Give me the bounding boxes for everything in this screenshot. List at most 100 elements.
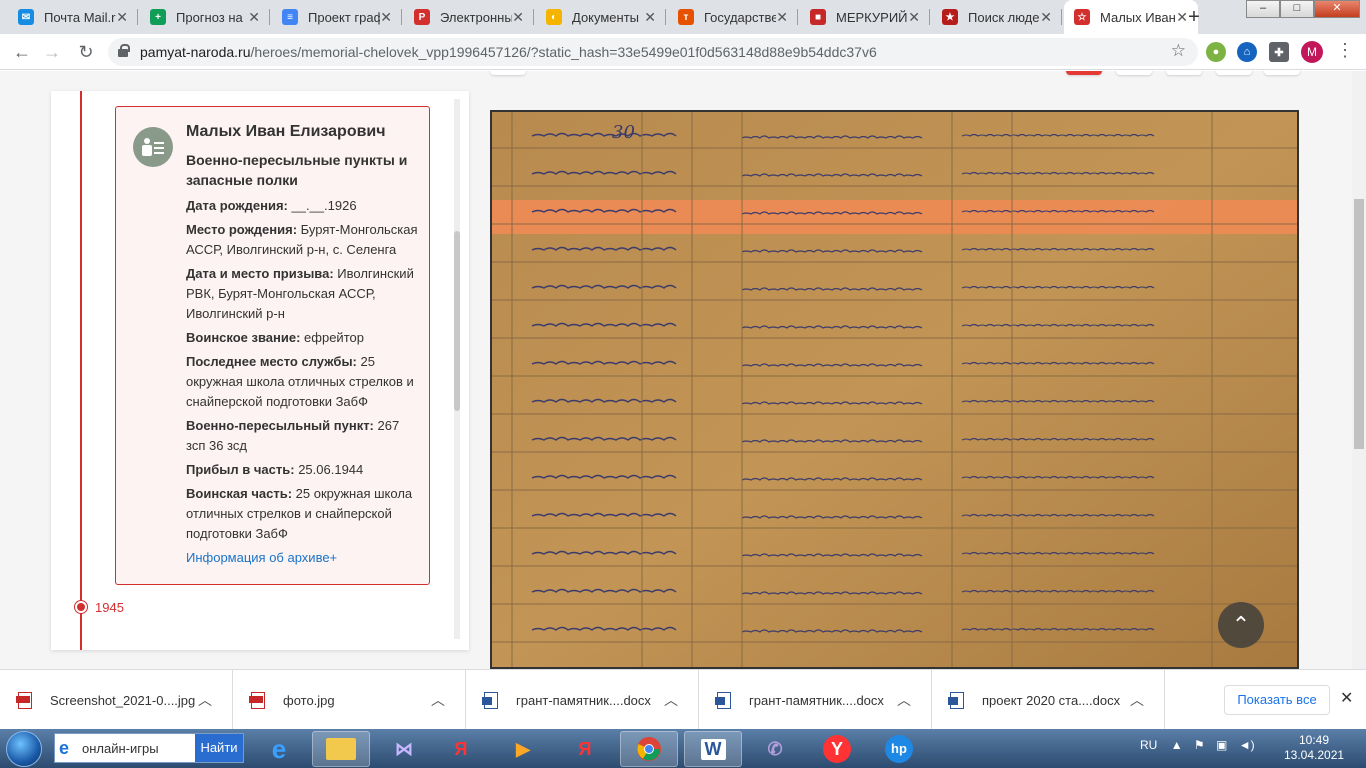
volume-icon[interactable]: ◄)	[1239, 738, 1255, 752]
taskbar-search-input[interactable]: онлайн-игры	[82, 741, 159, 756]
download-file-name: проект 2020 ста....docx	[982, 692, 1121, 708]
profile-avatar[interactable]: M	[1301, 41, 1323, 63]
page-scrollbar-thumb[interactable]	[1354, 199, 1364, 449]
minimize-button[interactable]: –	[1246, 0, 1280, 18]
download-file-name: фото.jpg	[283, 692, 335, 708]
bookmark-star-icon[interactable]: ☆	[1171, 41, 1186, 61]
tray-arrow-icon[interactable]: ▲	[1171, 738, 1183, 752]
record-fields: Дата рождения: __.__.1926 Место рождения:…	[186, 196, 421, 544]
chevron-up-icon[interactable]: ︿	[431, 690, 445, 710]
scroll-to-top-button[interactable]: ⌃	[1218, 602, 1264, 648]
taskbar-search-button[interactable]: Найти	[195, 734, 243, 762]
chevron-up-icon[interactable]: ︿	[198, 690, 212, 710]
start-button[interactable]	[6, 731, 42, 767]
yandex-taskbar-icon[interactable]: Я	[432, 731, 490, 767]
jpg-file-icon	[16, 691, 32, 709]
system-clock[interactable]: 10:49 13.04.2021	[1284, 733, 1344, 763]
viber-taskbar-icon[interactable]: ✆	[746, 731, 804, 767]
top-button[interactable]	[1264, 71, 1300, 75]
download-item[interactable]: фото.jpg ︿	[233, 670, 466, 730]
yandex-y-taskbar-icon[interactable]: Y	[808, 731, 866, 767]
top-button[interactable]	[490, 71, 526, 75]
extension-green-icon[interactable]: ●	[1206, 42, 1226, 62]
window-controls: – □ ✕	[1246, 0, 1360, 18]
back-arrow-icon[interactable]: ←	[10, 40, 34, 64]
field-value: 25.06.1944	[294, 462, 364, 477]
docx-file-icon	[482, 691, 498, 709]
record-body: Малых Иван Елизарович Военно-пересыльные…	[186, 121, 421, 568]
tab-close-icon[interactable]: ✕	[776, 9, 788, 26]
maximize-button[interactable]: □	[1280, 0, 1314, 18]
field-label: Прибыл в часть:	[186, 462, 295, 477]
yandex-browser-taskbar-icon[interactable]: Я	[556, 731, 614, 767]
tab-0[interactable]: ✉ Почта Mail.ru ✕	[8, 0, 138, 34]
download-item[interactable]: проект 2020 ста....docx ︿	[932, 670, 1165, 730]
card-scrollbar-thumb[interactable]	[454, 231, 460, 411]
tab-close-icon[interactable]: ✕	[644, 9, 656, 26]
tab-title: Почта Mail.ru	[44, 9, 117, 25]
tab-close-icon[interactable]: ✕	[248, 9, 260, 26]
top-button[interactable]	[1116, 71, 1152, 75]
tab-close-icon[interactable]: ✕	[512, 9, 524, 26]
top-button-red[interactable]	[1066, 71, 1102, 75]
tab-2[interactable]: ≡ Проект граф ✕	[272, 0, 402, 34]
flag-icon[interactable]: ⚑	[1194, 738, 1205, 752]
tab-3[interactable]: Р Электронны ✕	[404, 0, 534, 34]
explorer-taskbar-icon[interactable]	[312, 731, 370, 767]
tab-4[interactable]: ◐ Документы ✕	[536, 0, 666, 34]
docx-file-icon	[715, 691, 731, 709]
field-label: Воинское звание:	[186, 330, 301, 345]
media-taskbar-icon[interactable]: ▶	[494, 731, 552, 767]
hero-name: Малых Иван Елизарович	[186, 123, 386, 140]
url-host: pamyat-naroda.ru	[140, 44, 251, 60]
tab-close-icon[interactable]: ✕	[1040, 9, 1052, 26]
document-scan-image: 30	[492, 112, 1297, 667]
document-person-icon	[133, 127, 173, 167]
show-all-downloads-button[interactable]: Показать все	[1224, 685, 1330, 715]
chevron-up-icon[interactable]: ︿	[1130, 690, 1144, 710]
timeline-year[interactable]: 1945	[95, 600, 124, 615]
tab-close-icon[interactable]: ✕	[116, 9, 128, 26]
record-field: Место рождения: Бурят-Монгольская АССР, …	[186, 220, 421, 260]
download-item[interactable]: грант-памятник....docx ︿	[699, 670, 932, 730]
tab-close-icon[interactable]: ✕	[380, 9, 392, 26]
chrome-taskbar-icon[interactable]	[620, 731, 678, 767]
tab-6[interactable]: ■ МЕРКУРИЙ ✕	[800, 0, 930, 34]
tab-close-icon[interactable]: ✕	[908, 9, 920, 26]
record-field: Последнее место службы: 25 окружная школ…	[186, 352, 421, 412]
top-button[interactable]	[1166, 71, 1202, 75]
tab-1[interactable]: + Прогноз на ✕	[140, 0, 270, 34]
download-item[interactable]: Screenshot_2021-0....jpg ︿	[0, 670, 233, 730]
record-field: Военно-пересыльный пункт: 267 зсп 36 зсд	[186, 416, 421, 456]
timeline-line	[80, 91, 82, 650]
forward-arrow-icon[interactable]: →	[40, 40, 64, 64]
ie-taskbar-icon[interactable]: e	[250, 731, 308, 767]
word-taskbar-icon[interactable]: W	[684, 731, 742, 767]
tab-7[interactable]: ★ Поиск люде ✕	[932, 0, 1062, 34]
record-field: Воинское звание: ефрейтор	[186, 328, 421, 348]
new-tab-button[interactable]: +	[1180, 4, 1208, 30]
network-icon[interactable]: ▣	[1216, 738, 1227, 752]
top-button[interactable]	[1216, 71, 1252, 75]
chevron-up-icon[interactable]: ︿	[664, 690, 678, 710]
page-scrollbar[interactable]	[1352, 71, 1366, 669]
close-window-button[interactable]: ✕	[1314, 0, 1360, 18]
download-item[interactable]: грант-памятник....docx ︿	[466, 670, 699, 730]
extension-house-icon[interactable]: ⌂	[1237, 42, 1257, 62]
vs-taskbar-icon[interactable]: ⋈	[375, 731, 433, 767]
chevron-up-icon[interactable]: ︿	[897, 690, 911, 710]
archive-document-scan[interactable]: 30	[490, 110, 1299, 669]
extensions-puzzle-icon[interactable]: ✚	[1269, 42, 1289, 62]
hp-taskbar-icon[interactable]: hp	[870, 731, 928, 767]
tab-5[interactable]: т Государстве ✕	[668, 0, 798, 34]
tab-8[interactable]: ☆ Малых Иван ✕	[1064, 0, 1198, 34]
menu-kebab-icon[interactable]: ⋮	[1336, 40, 1354, 61]
url-path: /heroes/memorial-chelovek_vpp1996457126/…	[250, 44, 877, 60]
language-indicator[interactable]: RU	[1140, 738, 1157, 752]
reload-icon[interactable]: ↻	[74, 40, 98, 64]
address-bar[interactable]: pamyat-naroda.ru/heroes/memorial-chelove…	[108, 38, 1198, 66]
archive-info-link[interactable]: Информация об архиве+	[186, 548, 421, 568]
download-file-name: грант-памятник....docx	[516, 692, 651, 708]
close-downloads-icon[interactable]: ✕	[1340, 688, 1353, 708]
taskbar-search[interactable]: e онлайн-игры Найти	[54, 733, 244, 763]
